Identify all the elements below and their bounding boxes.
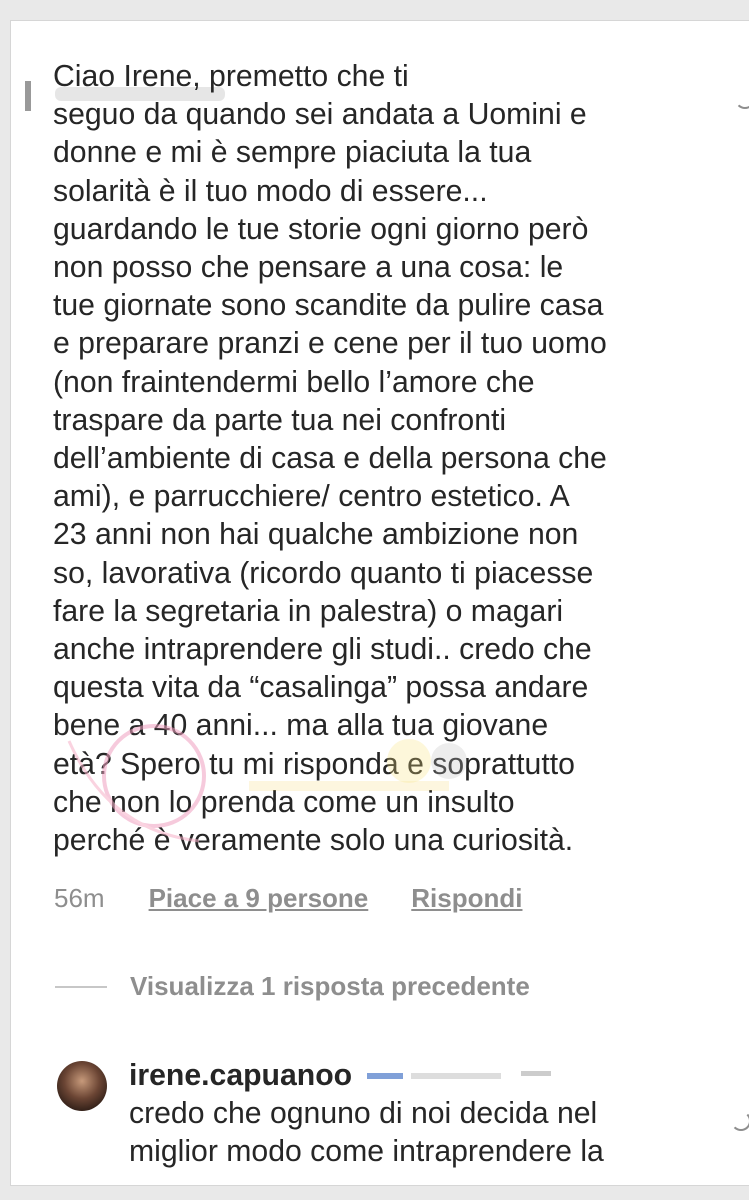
reply-username[interactable]: irene.capuanoo	[129, 1059, 352, 1092]
watermark-logo	[67, 724, 467, 843]
comment-meta: 56m Piace a 9 persone Rispondi	[54, 883, 522, 914]
avatar[interactable]	[57, 1061, 107, 1111]
divider-line	[55, 985, 107, 988]
reply-body: irene.capuanoo credo che ognuno di noi d…	[129, 1057, 739, 1172]
reply-like-heart-icon[interactable]	[731, 1111, 749, 1131]
reply-text: credo che ognuno di noi decida nel migli…	[129, 1097, 604, 1169]
view-replies-button[interactable]: Visualizza 1 risposta precedente	[55, 971, 530, 1002]
redacted-mention	[366, 1071, 551, 1080]
bottom-edge	[0, 1186, 749, 1200]
comment-card: Ciao Irene, premetto che ti seguo da qua…	[10, 20, 749, 1186]
likes-link[interactable]: Piace a 9 persone	[149, 883, 369, 914]
comment-time: 56m	[54, 883, 105, 913]
like-heart-icon[interactable]	[735, 89, 749, 109]
view-replies-label: Visualizza 1 risposta precedente	[130, 971, 530, 1001]
reply-button[interactable]: Rispondi	[411, 883, 522, 914]
